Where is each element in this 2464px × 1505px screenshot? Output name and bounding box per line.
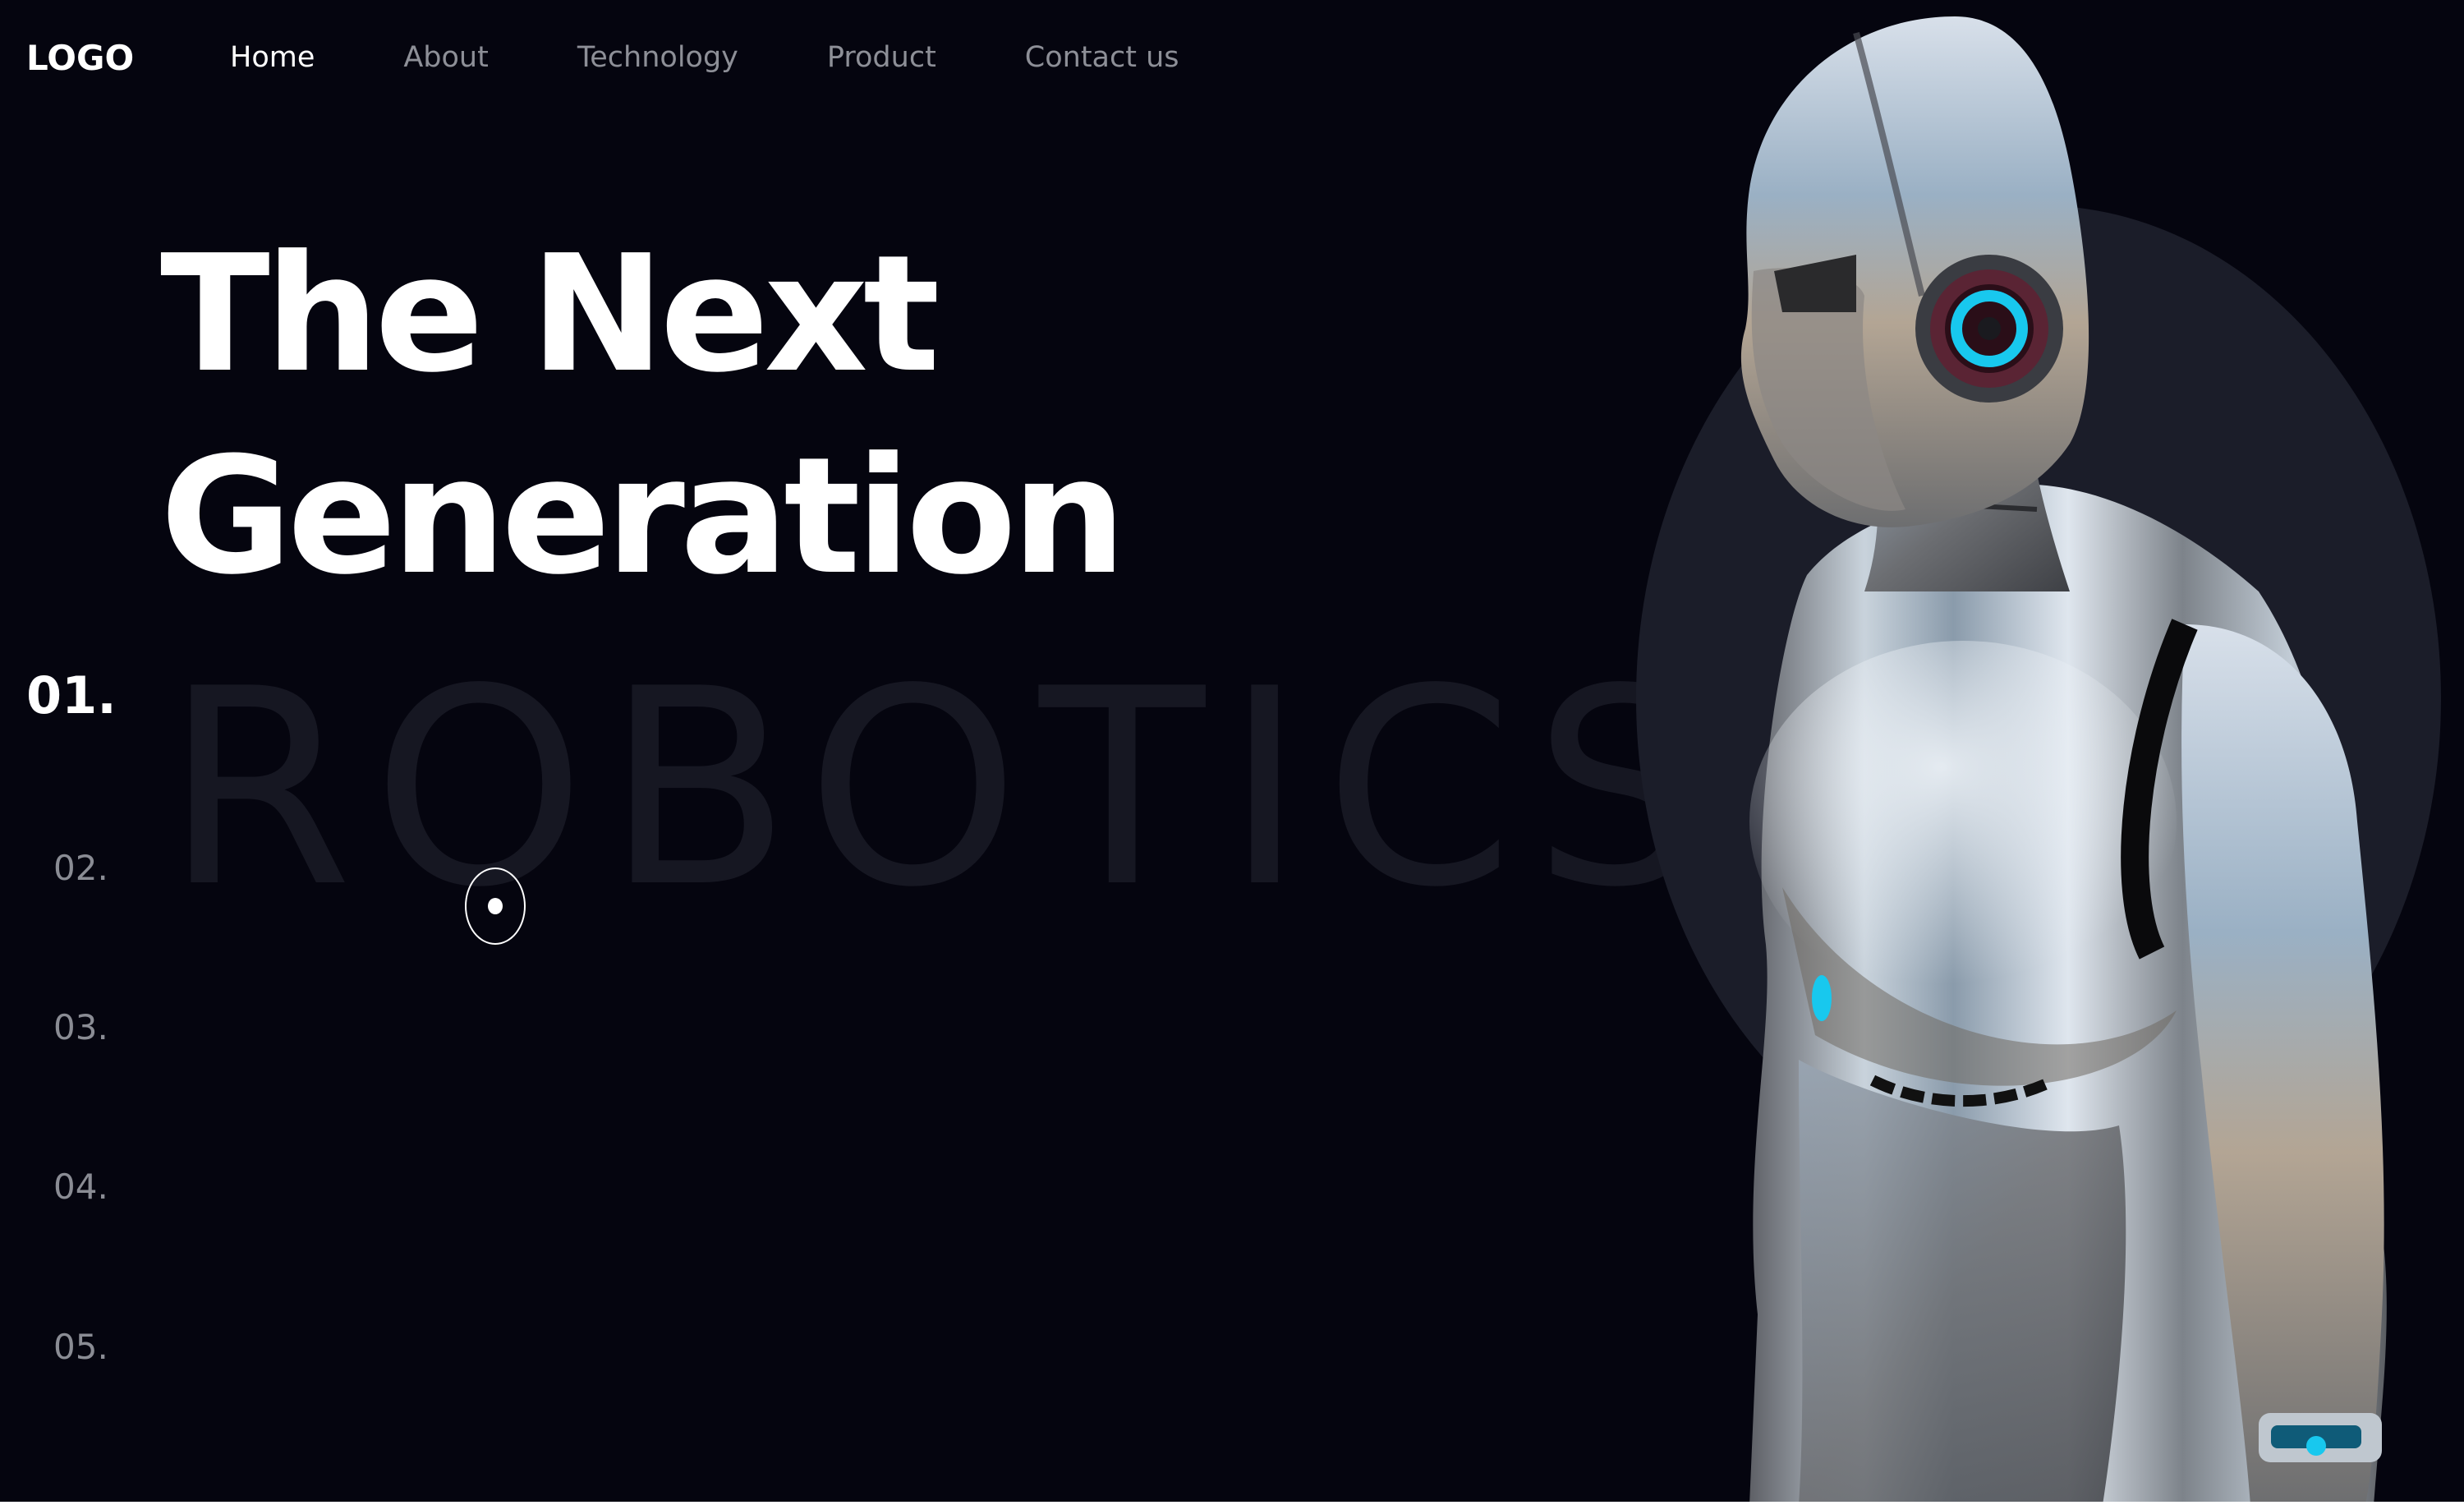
slide-number-5[interactable]: 05. (53, 1327, 108, 1367)
slide-number-4[interactable]: 04. (53, 1167, 108, 1207)
slide-number-3[interactable]: 03. (53, 1007, 108, 1047)
robot-image (1636, 16, 2441, 1505)
slide-number-1[interactable]: 01. (26, 665, 117, 725)
background-word: ROBOTICS (164, 631, 1726, 946)
bottom-border (0, 1502, 2464, 1505)
cursor-dot (488, 898, 503, 914)
landing-page: LOGO Home About Technology Product Conta… (0, 0, 2464, 1505)
hero-title: The Next Generation (160, 214, 1126, 618)
logo[interactable]: LOGO (26, 38, 134, 78)
slide-number-2[interactable]: 02. (53, 848, 108, 888)
nav-product[interactable]: Product (827, 41, 936, 74)
cursor-ring (465, 868, 526, 945)
nav-contact-us[interactable]: Contact us (1025, 41, 1179, 74)
nav-home[interactable]: Home (230, 41, 315, 74)
main-nav: Home About Technology Product Contact us (230, 41, 1268, 74)
hero-title-line-2: Generation (160, 423, 1126, 610)
nav-technology[interactable]: Technology (577, 41, 738, 74)
nav-about[interactable]: About (403, 41, 488, 74)
hero-title-line-1: The Next (160, 221, 940, 408)
